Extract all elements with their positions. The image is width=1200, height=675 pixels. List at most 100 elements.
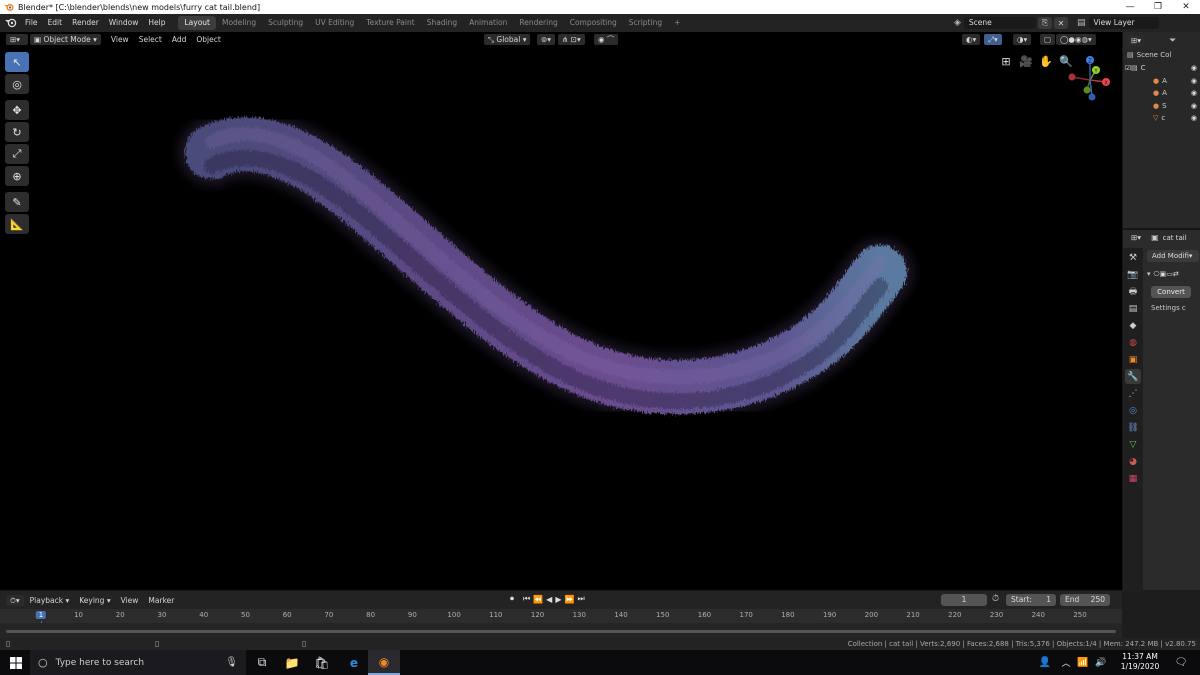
menu-edit[interactable]: Edit — [43, 14, 68, 32]
convert-button[interactable]: Convert — [1151, 286, 1191, 298]
render-icon[interactable]: 📷 — [1125, 267, 1141, 282]
windows-start-icon[interactable] — [0, 650, 32, 675]
timeline-scrollbar[interactable] — [6, 630, 1116, 633]
tab-shading[interactable]: Shading — [421, 16, 463, 30]
visibility-eye-icon[interactable]: ◉ — [1191, 77, 1197, 85]
visibility-eye-icon[interactable]: ◉ — [1191, 89, 1197, 97]
menu-help[interactable]: Help — [143, 14, 170, 32]
play-icon[interactable]: ▶ — [555, 595, 561, 604]
end-frame-field[interactable]: End 250 — [1060, 594, 1110, 606]
modifier-toggles-icon[interactable]: ⎔▣▭⇄ — [1154, 270, 1179, 278]
filter-icon[interactable]: ⏷ — [1169, 36, 1176, 46]
modifier-wrench-icon[interactable]: 🔧 — [1125, 369, 1141, 384]
mouse-left-icon: ▯ — [6, 639, 11, 648]
jump-keyframe-back-icon[interactable]: ⏪ — [533, 595, 543, 604]
minimize-button[interactable]: — — [1116, 0, 1144, 14]
furry-cat-tail-object[interactable] — [0, 32, 1122, 590]
menu-file[interactable]: File — [20, 14, 43, 32]
menu-view[interactable]: View — [117, 595, 143, 606]
outliner-row[interactable]: ☑ ▤ C ◉ — [1123, 62, 1200, 74]
view-layer-icon[interactable]: ▤ — [1125, 301, 1141, 316]
taskbar-clock[interactable]: 11:37 AM 1/19/2020 — [1110, 652, 1170, 672]
jump-start-icon[interactable]: ⏮ — [523, 594, 530, 604]
output-icon[interactable]: 🖶 — [1125, 284, 1141, 299]
new-scene-icon[interactable]: ⎘ — [1037, 17, 1052, 29]
outliner-row-label: A — [1162, 89, 1167, 97]
blender-taskbar-icon[interactable]: ◉ — [368, 650, 400, 675]
world-icon[interactable]: ◍ — [1125, 335, 1141, 350]
scene-props-icon[interactable]: ◆ — [1125, 318, 1141, 333]
menu-window[interactable]: Window — [104, 14, 144, 32]
menu-keying[interactable]: Keying ▾ — [75, 595, 114, 606]
3d-viewport[interactable]: ⊞▾ ▣ Object Mode ▾ View Select Add Objec… — [0, 32, 1122, 590]
editor-type-icon[interactable]: ⊞▾ — [1127, 232, 1146, 243]
particles-icon[interactable]: ⋰ — [1125, 386, 1141, 401]
record-icon[interactable]: ⏺ — [510, 594, 514, 604]
visibility-eye-icon[interactable]: ◉ — [1191, 114, 1197, 122]
visibility-eye-icon[interactable]: ◉ — [1191, 102, 1197, 110]
play-reverse-icon[interactable]: ◀ — [546, 595, 552, 604]
collapse-arrow-icon[interactable]: ▾ — [1147, 270, 1151, 278]
frame-ruler[interactable]: 1 10 20 30 40 50 60 70 80 90 100 110 120 130 140 150 160… — [0, 609, 1122, 639]
add-workspace-button[interactable]: + — [668, 16, 686, 30]
network-icon[interactable]: 📶 — [1074, 650, 1092, 675]
texture-icon[interactable]: ▦ — [1125, 471, 1141, 486]
blender-menu-icon[interactable] — [3, 17, 19, 29]
delete-scene-icon[interactable]: ✕ — [1053, 17, 1068, 29]
outliner-row[interactable]: ▽ c ◉ — [1123, 112, 1200, 124]
microphone-icon[interactable]: 🎙 — [225, 657, 238, 668]
timeline-tracks[interactable] — [0, 623, 1122, 639]
tab-compositing[interactable]: Compositing — [564, 16, 623, 30]
tab-rendering[interactable]: Rendering — [513, 16, 563, 30]
tab-modeling[interactable]: Modeling — [216, 16, 262, 30]
tray-chevron-icon[interactable]: ︿ — [1058, 650, 1074, 675]
object-props-icon[interactable]: ▣ — [1125, 352, 1141, 367]
outliner-row[interactable]: ● A ◉ — [1123, 75, 1200, 87]
visibility-eye-icon[interactable]: ◉ — [1191, 64, 1197, 72]
constraints-icon[interactable]: ⛓ — [1125, 420, 1141, 435]
file-explorer-icon[interactable]: 📁 — [276, 650, 308, 675]
properties-object-name: cat tail — [1162, 233, 1187, 242]
volume-icon[interactable]: 🔊 — [1092, 650, 1110, 675]
tab-scripting[interactable]: Scripting — [623, 16, 668, 30]
menu-render[interactable]: Render — [67, 14, 104, 32]
outliner-scene-collection[interactable]: ▤ Scene Col — [1123, 49, 1200, 61]
add-modifier-dropdown[interactable]: Add Modifi▾ — [1147, 250, 1199, 262]
edge-browser-icon[interactable]: e — [338, 650, 370, 675]
scene-selector: ◈ Scene ⎘ ✕ — [954, 17, 1068, 29]
close-button[interactable]: ✕ — [1172, 0, 1200, 14]
tab-texture-paint[interactable]: Texture Paint — [360, 16, 420, 30]
task-view-icon[interactable]: ⧉ — [246, 650, 278, 675]
tab-sculpting[interactable]: Sculpting — [262, 16, 309, 30]
tool-settings-icon[interactable]: ⚒ — [1125, 250, 1141, 265]
physics-icon[interactable]: ◎ — [1125, 403, 1141, 418]
material-icon[interactable]: ◕ — [1125, 454, 1141, 469]
notifications-icon[interactable]: 🗨 — [1168, 650, 1194, 675]
view-layer-field[interactable]: View Layer — [1088, 17, 1159, 29]
object-icon: ● — [1153, 76, 1160, 85]
jump-end-icon[interactable]: ⏭ — [577, 594, 584, 604]
tab-animation[interactable]: Animation — [463, 16, 513, 30]
maximize-button[interactable]: ❐ — [1144, 0, 1172, 14]
outliner-row[interactable]: ● S ◉ — [1123, 100, 1200, 112]
checkbox-icon[interactable]: ☑ — [1125, 64, 1131, 72]
timeline-editor: ⏱▾ Playback ▾ Keying ▾ View Marker ⏺ ⏮ ⏪… — [0, 590, 1122, 639]
tab-uv-editing[interactable]: UV Editing — [309, 16, 360, 30]
menu-playback[interactable]: Playback ▾ — [26, 595, 74, 606]
editor-type-icon[interactable]: ⊞▾ — [1127, 35, 1146, 46]
store-icon[interactable]: 🛍 — [306, 650, 338, 675]
outliner-row[interactable]: ● A ◉ — [1123, 87, 1200, 99]
blender-app: Blender* [C:\blender\blends\new models\f… — [0, 0, 1200, 675]
jump-keyframe-forward-icon[interactable]: ⏩ — [564, 595, 574, 604]
current-frame-field[interactable]: 1 — [941, 594, 987, 606]
taskbar-search-box[interactable]: ○ Type here to search 🎙 — [30, 650, 246, 675]
people-icon[interactable]: 👤 — [1034, 650, 1056, 675]
mesh-data-icon[interactable]: ▽ — [1125, 437, 1141, 452]
editor-type-icon[interactable]: ⏱▾ — [6, 594, 24, 606]
scene-statistics: Collection | cat tail | Verts:2,690 | Fa… — [847, 640, 1196, 648]
scene-field[interactable]: Scene — [963, 17, 1036, 29]
tab-layout[interactable]: Layout — [178, 16, 216, 30]
stopwatch-icon[interactable]: ⏱ — [992, 594, 999, 604]
start-frame-field[interactable]: Start: 1 — [1006, 594, 1056, 606]
menu-marker[interactable]: Marker — [144, 595, 178, 606]
